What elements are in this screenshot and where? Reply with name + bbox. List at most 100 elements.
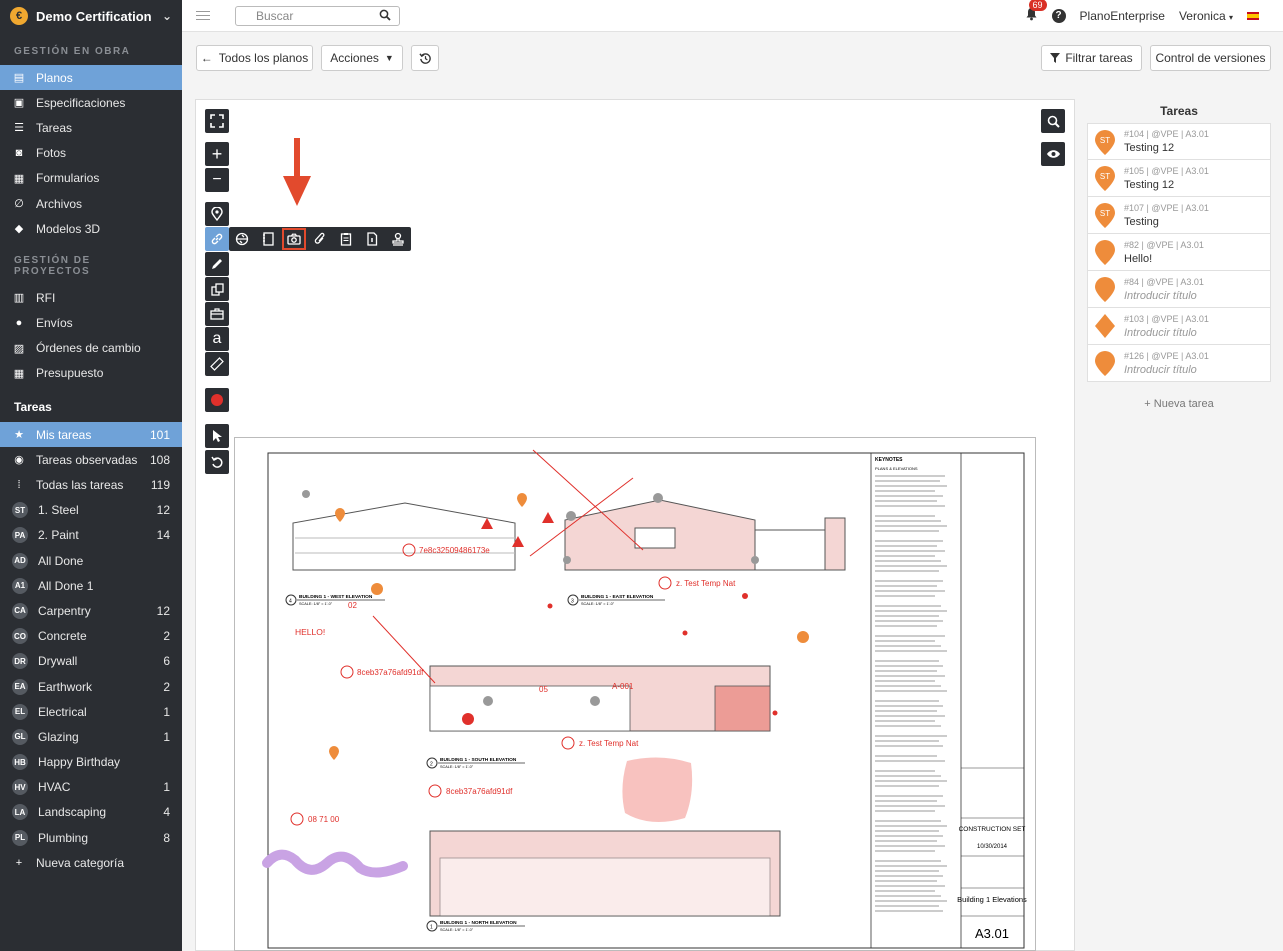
new-task-link[interactable]: + Nueva tarea	[1087, 398, 1271, 410]
attachment-circle-icon	[340, 665, 354, 679]
category-item[interactable]: HV HVAC 1	[0, 775, 182, 800]
category-count: 1	[163, 729, 170, 744]
sidebar-item-formularios[interactable]: ▦ Formularios	[0, 166, 182, 191]
sidebar-item-todas-las-tareas[interactable]: ⁞ Todas las tareas 119	[0, 472, 182, 497]
category-item[interactable]: CO Concrete 2	[0, 624, 182, 649]
caret-down-icon: ▾	[1228, 12, 1233, 22]
drawing-sheet[interactable]: KEYNOTES PLANS & ELEVATIONS CONSTRUCTION…	[234, 437, 1036, 951]
color-picker[interactable]	[205, 388, 229, 412]
version-control-button[interactable]: Control de versiones	[1150, 45, 1271, 71]
category-count: 2	[163, 679, 170, 694]
toolbox-tool[interactable]	[205, 302, 229, 326]
sidebar-item-órdenes-de-cambio[interactable]: ▨ Órdenes de cambio	[0, 336, 182, 361]
pencil-tool[interactable]	[205, 252, 229, 276]
category-item[interactable]: A1 All Done 1	[0, 573, 182, 598]
visibility-button[interactable]	[1041, 142, 1065, 166]
task-row[interactable]: ST #104 | @VPE | A3.01 Testing 12	[1087, 123, 1271, 160]
sidebar-item-label: Mis tareas	[36, 427, 92, 442]
task-row[interactable]: #84 | @VPE | A3.01 Introducir título	[1087, 271, 1271, 308]
category-item[interactable]: LA Landscaping 4	[0, 800, 182, 825]
sidebar-item-label: Todas las tareas	[36, 478, 124, 493]
sidebar-item-presupuesto[interactable]: ▦ Presupuesto	[0, 361, 182, 386]
shapes-tool[interactable]	[205, 277, 229, 301]
history-button[interactable]	[411, 45, 439, 71]
task-meta: #107 | @VPE | A3.01	[1124, 202, 1209, 213]
category-label: HVAC	[38, 780, 71, 795]
spain-flag-icon[interactable]	[1247, 11, 1259, 20]
task-row[interactable]: #82 | @VPE | A3.01 Hello!	[1087, 234, 1271, 271]
user-menu[interactable]: Veronica ▾	[1179, 9, 1233, 23]
sidebar-item-archivos[interactable]: ∅ Archivos	[0, 191, 182, 216]
undo-icon	[210, 456, 222, 468]
sidebar-item-mis-tareas[interactable]: ★ Mis tareas 101	[0, 422, 182, 448]
project-selector[interactable]: € Demo Certification ⌄	[0, 0, 182, 32]
link-plan-option[interactable]	[229, 227, 255, 251]
text-a-icon: a	[212, 330, 222, 347]
task-row[interactable]: ST #105 | @VPE | A3.01 Testing 12	[1087, 160, 1271, 197]
view-label-north: 1 BUILDING 1 - NORTH ELEVATION SCALE: 1/…	[426, 920, 525, 932]
annotation-hash-1: 7e8c32509486173e	[419, 546, 490, 555]
category-badge: PL	[12, 829, 28, 846]
text-tool[interactable]: a	[205, 327, 229, 351]
link-stamp-option[interactable]	[385, 227, 411, 251]
task-row[interactable]: #103 | @VPE | A3.01 Introducir título	[1087, 308, 1271, 345]
category-item[interactable]: GL Glazing 1	[0, 724, 182, 749]
category-item[interactable]: PA 2. Paint 14	[0, 523, 182, 548]
sidebar-item-planos[interactable]: ▤ Planos	[0, 65, 182, 91]
category-item[interactable]: CA Carpentry 12	[0, 598, 182, 623]
link-spec-option[interactable]	[255, 227, 281, 251]
link-rfi-option[interactable]	[359, 227, 385, 251]
category-badge: HB	[12, 754, 28, 771]
select-tool[interactable]	[205, 424, 229, 448]
arrow-left-icon: ←	[200, 51, 213, 65]
notifications-bell-icon[interactable]: 69	[1025, 0, 1047, 24]
search-icon[interactable]	[379, 9, 391, 21]
link-tool[interactable]	[205, 227, 229, 251]
pencil-icon	[212, 259, 222, 269]
clipboard-icon: ▦	[13, 172, 25, 185]
category-item[interactable]: EA Earthwork 2	[0, 674, 182, 699]
new-category-link[interactable]: + Nueva categoría	[0, 850, 182, 875]
category-badge: EL	[12, 703, 28, 720]
sidebar-item-modelos-3d[interactable]: ◆ Modelos 3D	[0, 216, 182, 241]
sidebar-item-label: Fotos	[36, 146, 67, 161]
task-row[interactable]: ST #107 | @VPE | A3.01 Testing	[1087, 197, 1271, 234]
category-item[interactable]: EL Electrical 1	[0, 699, 182, 724]
location-tool[interactable]	[205, 202, 229, 226]
link-photo-option[interactable]	[281, 227, 307, 251]
task-title: Introducir título	[1124, 326, 1197, 339]
plan-name[interactable]: PlanoEnterprise	[1080, 9, 1165, 23]
category-item[interactable]: PL Plumbing 8	[0, 825, 182, 850]
undo-tool[interactable]	[205, 450, 229, 474]
link-file-option[interactable]	[307, 227, 333, 251]
task-title: Introducir título	[1124, 363, 1197, 376]
actions-dropdown[interactable]: Acciones ▼	[321, 45, 403, 71]
menu-icon[interactable]	[196, 11, 210, 20]
sidebar-item-label: Archivos	[36, 196, 83, 211]
sidebar-item-especificaciones[interactable]: ▣ Especificaciones	[0, 90, 182, 115]
category-badge: A1	[12, 577, 28, 594]
sidebar-item-fotos[interactable]: ◙ Fotos	[0, 141, 182, 166]
category-item[interactable]: AD All Done	[0, 548, 182, 573]
sidebar-item-envíos[interactable]: ● Envíos	[0, 311, 182, 336]
fullscreen-button[interactable]	[205, 109, 229, 133]
zoom-out-button[interactable]: −	[205, 168, 229, 192]
search-plan-button[interactable]	[1041, 109, 1065, 133]
sidebar-item-rfi[interactable]: ▥ RFI	[0, 285, 182, 310]
measure-tool[interactable]	[205, 352, 229, 376]
category-item[interactable]: HB Happy Birthday	[0, 750, 182, 775]
search-input[interactable]: Buscar	[235, 5, 400, 26]
sidebar-item-tareas-observadas[interactable]: ◉ Tareas observadas 108	[0, 447, 182, 472]
sidebar-item-tareas[interactable]: ☰ Tareas	[0, 115, 182, 140]
task-row[interactable]: #126 | @VPE | A3.01 Introducir título	[1087, 345, 1271, 382]
category-item[interactable]: ST 1. Steel 12	[0, 498, 182, 523]
help-icon[interactable]: ?	[1051, 8, 1066, 23]
drawing-canvas[interactable]: KEYNOTES PLANS & ELEVATIONS CONSTRUCTION…	[235, 438, 1037, 951]
fullscreen-icon	[210, 114, 224, 128]
category-item[interactable]: DR Drywall 6	[0, 649, 182, 674]
link-form-option[interactable]	[333, 227, 359, 251]
filter-tasks-button[interactable]: Filtrar tareas	[1041, 45, 1142, 71]
zoom-in-button[interactable]: +	[205, 142, 229, 166]
all-plans-button[interactable]: ← Todos los planos	[196, 45, 313, 71]
orange-pin-icon: ST	[1094, 202, 1116, 228]
